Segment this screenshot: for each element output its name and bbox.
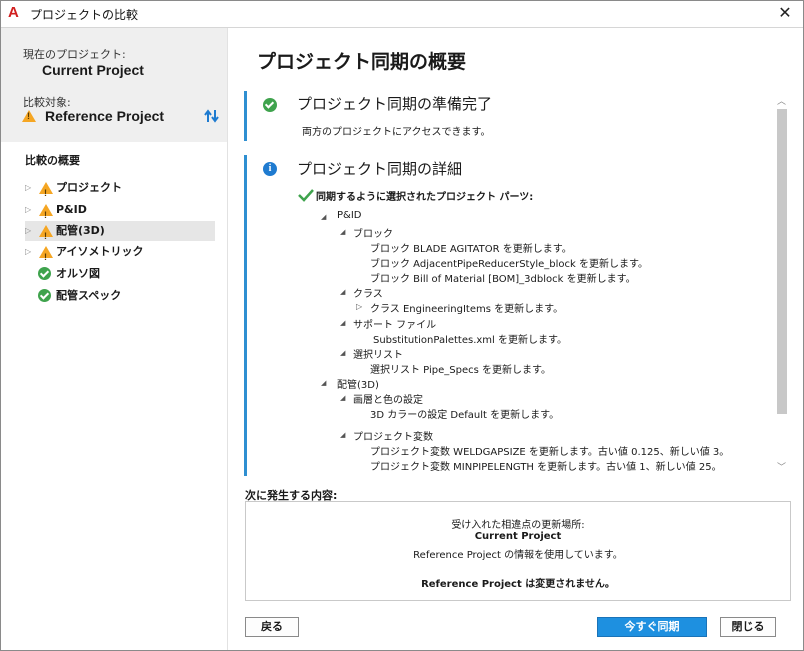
ready-text: 両方のプロジェクトにアクセスできます。 <box>302 127 491 138</box>
page-title: プロジェクト同期の概要 <box>257 51 467 73</box>
tree-item-label: P&ID <box>56 203 87 216</box>
tree-leaf: クラス EngineeringItems を更新します。 <box>370 304 564 315</box>
tree-item-isometric[interactable]: ▷ アイソメトリック <box>25 242 215 267</box>
warning-icon <box>39 225 53 246</box>
checkmark-icon <box>298 188 314 202</box>
title-bar: A プロジェクトの比較 ✕ <box>1 1 803 28</box>
tree-item-label: プロジェクト <box>56 181 122 194</box>
tree-item-label: 配管スペック <box>56 289 122 302</box>
collapse-arrow-icon[interactable]: ◢ <box>321 379 326 387</box>
tree-node: クラス <box>353 289 383 300</box>
expand-arrow-icon[interactable]: ▷ <box>25 221 31 241</box>
tree-item-pid[interactable]: ▷ P&ID <box>25 200 215 225</box>
close-button[interactable]: 閉じる <box>720 617 776 637</box>
close-window-button[interactable]: ✕ <box>777 4 793 22</box>
info-icon: i <box>263 162 277 176</box>
collapse-arrow-icon[interactable]: ◢ <box>340 349 345 357</box>
tree-leaf: プロジェクト変数 WELDGAPSIZE を更新します。古い値 0.125、新し… <box>370 447 730 458</box>
check-circle-icon <box>38 267 51 280</box>
section-accent-bar <box>244 91 247 141</box>
collapse-arrow-icon[interactable]: ◢ <box>340 394 345 402</box>
warning-icon <box>39 182 53 203</box>
project-summary-panel: 現在のプロジェクト: Current Project 比較対象: Referen… <box>1 28 227 142</box>
expand-arrow-icon[interactable]: ▷ <box>25 178 31 198</box>
tree-item-piping-3d[interactable]: ▷ 配管(3D) <box>25 221 215 246</box>
tree-leaf: 3D カラーの設定 Default を更新します。 <box>370 410 560 421</box>
warning-icon <box>39 204 53 225</box>
ready-heading: プロジェクト同期の準備完了 <box>297 95 493 113</box>
collapse-arrow-icon[interactable]: ◢ <box>340 228 345 236</box>
tree-item-pipe-spec[interactable]: 配管スペック <box>25 286 215 306</box>
tree-item-project[interactable]: ▷ プロジェクト <box>25 178 215 203</box>
overview-heading: 比較の概要 <box>25 154 80 167</box>
project-compare-dialog: A プロジェクトの比較 ✕ 現在のプロジェクト: Current Project… <box>0 0 804 651</box>
expand-arrow-icon[interactable]: ▷ <box>25 200 31 220</box>
collapse-arrow-icon[interactable]: ◢ <box>321 213 326 221</box>
collapse-arrow-icon[interactable]: ◢ <box>340 288 345 296</box>
scrollbar-thumb[interactable] <box>777 109 787 414</box>
sync-now-button[interactable]: 今すぐ同期 <box>597 617 707 637</box>
tree-node: プロジェクト変数 <box>353 432 433 443</box>
selected-parts-label: 同期するように選択されたプロジェクト パーツ: <box>316 192 534 203</box>
tree-node: サポート ファイル <box>353 320 437 331</box>
tree-item-label: オルソ図 <box>56 267 100 280</box>
collapse-arrow-icon[interactable]: ◢ <box>340 431 345 439</box>
back-button[interactable]: 戻る <box>245 617 299 637</box>
tree-leaf: 選択リスト Pipe_Specs を更新します。 <box>370 365 552 376</box>
vertical-scrollbar[interactable]: ︿ ﹀ <box>774 93 790 474</box>
tree-node: P&ID <box>337 210 362 221</box>
details-heading: プロジェクト同期の詳細 <box>297 160 463 178</box>
scroll-down-icon[interactable]: ﹀ <box>777 460 786 473</box>
next-actions-box: 受け入れた相違点の更新場所: Current Project Reference… <box>245 501 791 601</box>
current-project-label: 現在のプロジェクト: <box>23 48 126 61</box>
autocad-logo-icon: A <box>8 4 19 21</box>
next-line-note: Reference Project は変更されません。 <box>421 579 615 590</box>
tree-item-ortho[interactable]: オルソ図 <box>25 264 215 284</box>
tree-leaf: SubstitutionPalettes.xml を更新します。 <box>373 335 567 346</box>
warning-icon <box>22 110 36 122</box>
current-project-name: Current Project <box>42 62 144 78</box>
window-title: プロジェクトの比較 <box>30 8 139 22</box>
scroll-up-icon[interactable]: ︿ <box>777 94 786 107</box>
expand-arrow-icon[interactable]: ▷ <box>356 302 362 311</box>
compare-project-name: Reference Project <box>45 108 165 124</box>
expand-arrow-icon[interactable]: ▷ <box>25 242 31 262</box>
warning-icon <box>39 246 53 267</box>
collapse-arrow-icon[interactable]: ◢ <box>340 319 345 327</box>
tree-leaf: ブロック BLADE AGITATOR を更新します。 <box>370 244 572 255</box>
next-line: 受け入れた相違点の更新場所: <box>451 520 585 531</box>
swap-projects-icon[interactable] <box>203 108 221 124</box>
check-circle-icon <box>263 98 277 112</box>
tree-leaf: プロジェクト変数 MINPIPELENGTH を更新します。古い値 1、新しい値… <box>370 462 722 473</box>
tree-node: 画層と色の設定 <box>353 395 423 406</box>
section-accent-bar <box>244 155 247 476</box>
tree-leaf: ブロック AdjacentPipeReducerStyle_block を更新し… <box>370 259 649 270</box>
sidebar: 現在のプロジェクト: Current Project 比較対象: Referen… <box>1 28 228 650</box>
next-line-target: Current Project <box>474 531 562 542</box>
tree-node: 配管(3D) <box>337 380 379 391</box>
next-line: Reference Project の情報を使用しています。 <box>413 550 623 561</box>
tree-node: 選択リスト <box>353 350 403 361</box>
tree-item-label: 配管(3D) <box>56 224 105 237</box>
tree-node: ブロック <box>353 229 393 240</box>
check-circle-icon <box>38 289 51 302</box>
tree-leaf: ブロック Bill of Material [BOM]_3dblock を更新し… <box>370 274 636 285</box>
tree-item-label: アイソメトリック <box>56 245 144 258</box>
sync-details-panel: プロジェクト同期の準備完了 両方のプロジェクトにアクセスできます。 i プロジェ… <box>244 87 790 476</box>
